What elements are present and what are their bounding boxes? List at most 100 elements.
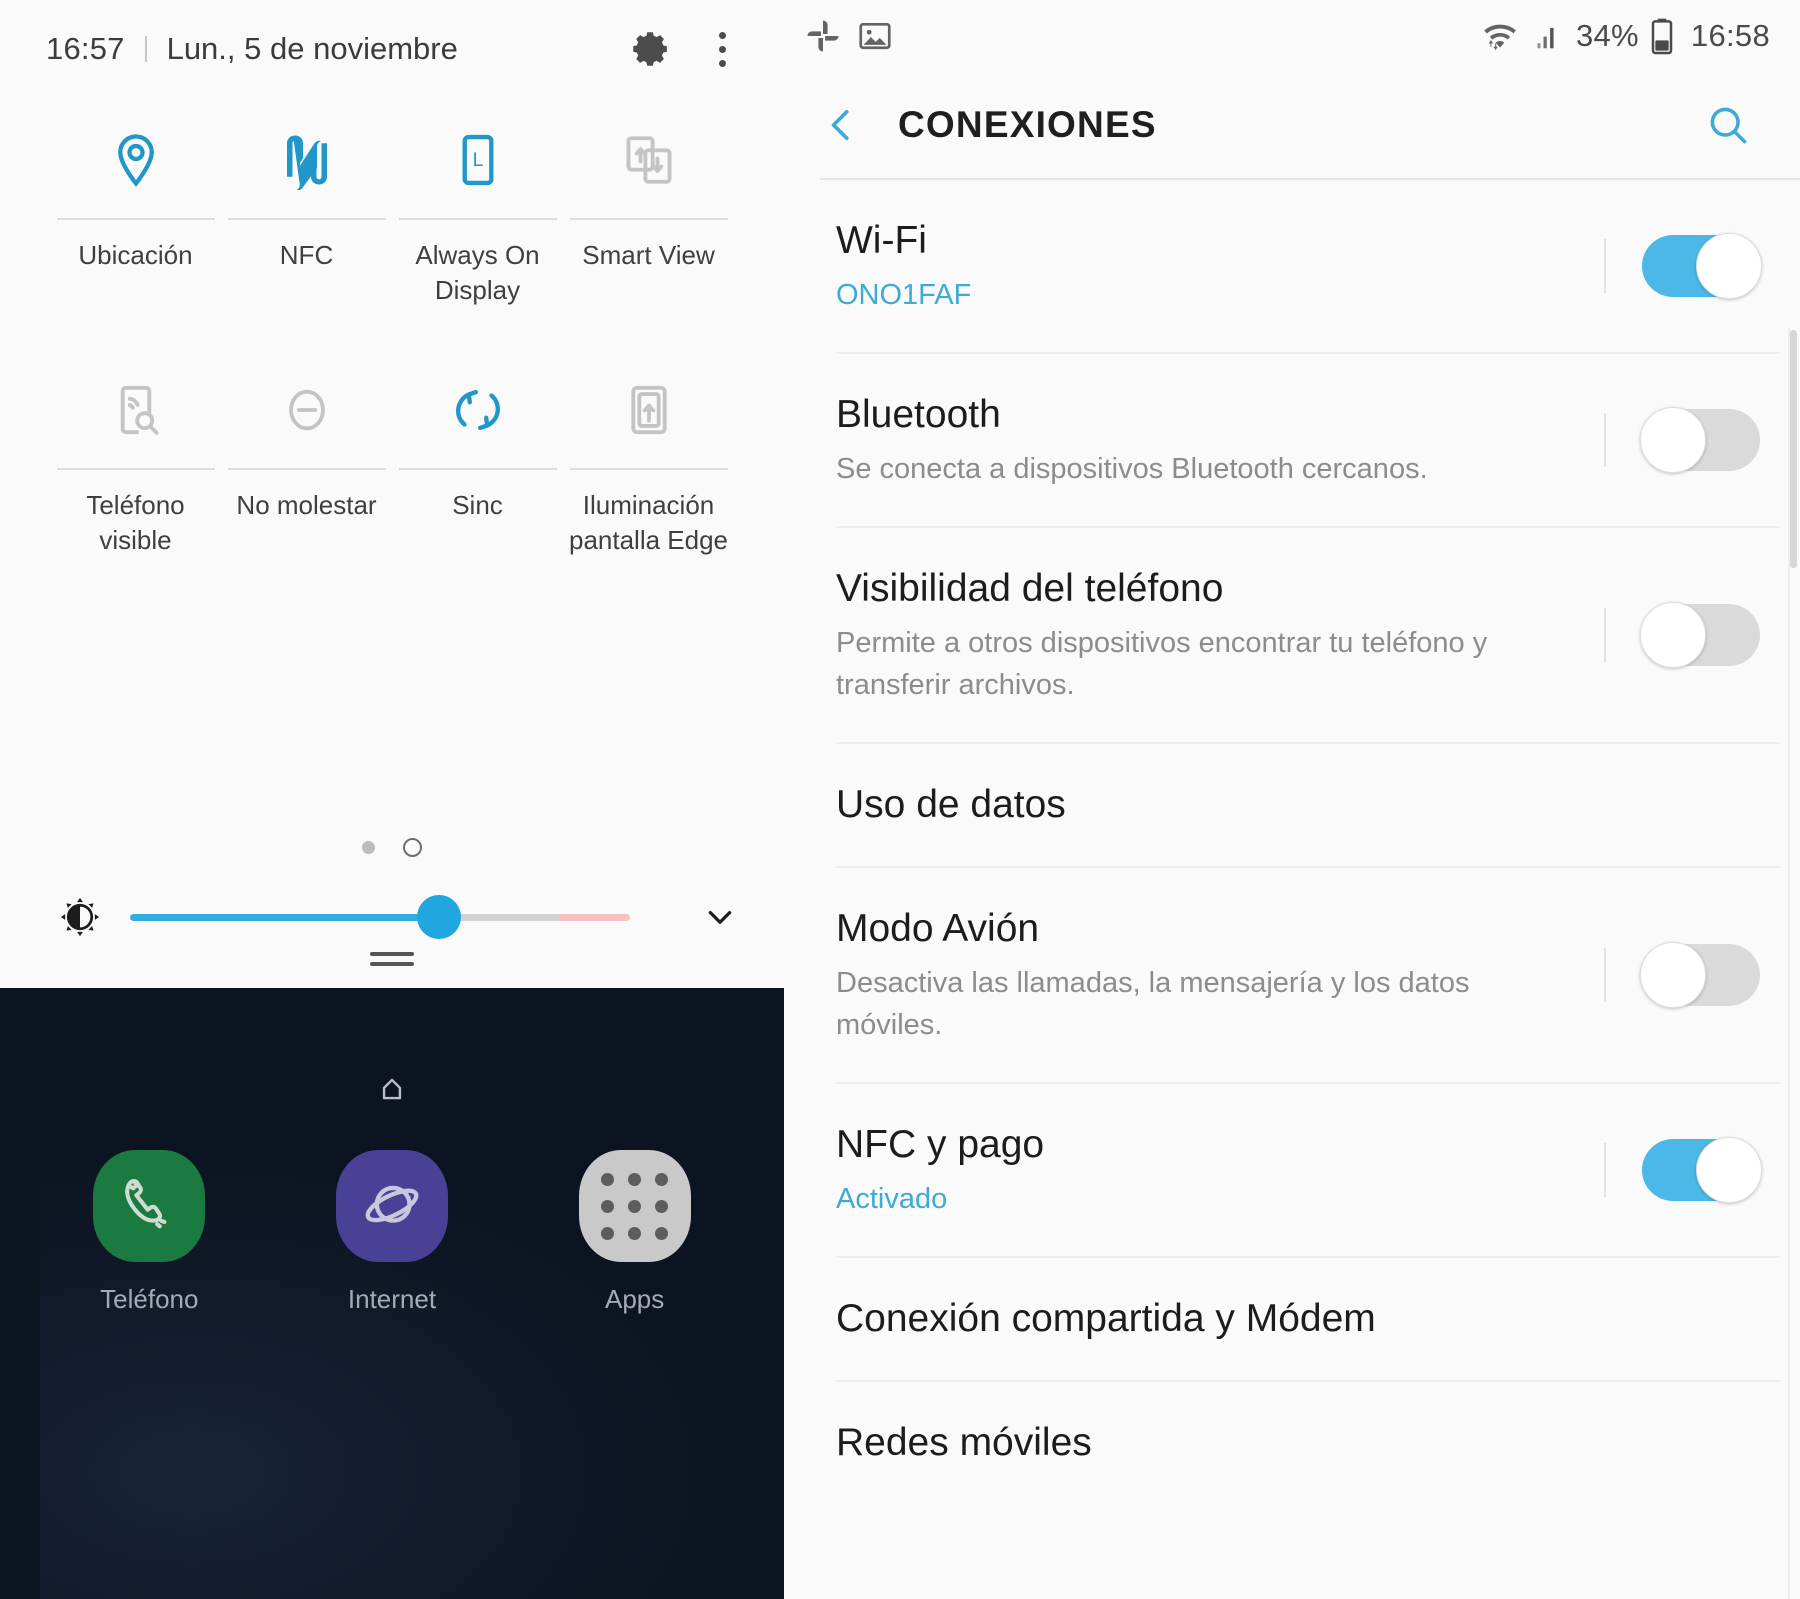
settings-row[interactable]: Conexión compartida y Módem <box>784 1258 1800 1380</box>
do-not-disturb-icon <box>221 364 392 456</box>
tile-label: Ubicación <box>78 240 193 270</box>
toggle-knob <box>1640 602 1706 668</box>
tile-label: Smart View <box>582 240 715 270</box>
quick-panel-page-indicator[interactable] <box>0 838 784 857</box>
svg-text:L: L <box>472 150 483 171</box>
tile-sinc[interactable]: Sinc <box>392 350 563 558</box>
settings-row-title: NFC y pago <box>836 1123 1045 1166</box>
apps-grid-icon <box>601 1172 669 1240</box>
app-label: Internet <box>347 1284 437 1314</box>
settings-row[interactable]: Visibilidad del teléfono Permite a otros … <box>784 528 1800 742</box>
dock-app-telefono[interactable]: Teléfono <box>49 1150 249 1315</box>
tile-label: NFC <box>279 240 334 270</box>
battery-icon <box>1651 18 1673 55</box>
tile-no-molestar[interactable]: No molestar <box>221 350 392 558</box>
google-photos-icon <box>807 20 839 52</box>
settings-row-text: Conexión compartida y Módem <box>836 1294 1760 1344</box>
more-options-button[interactable] <box>694 21 750 77</box>
header-divider <box>144 36 147 62</box>
right-phone-settings: 34% 16:58 CONEXIONES Wi-Fi ONO1FAF Bluet… <box>784 0 1800 1599</box>
toggle-separator <box>1604 608 1606 662</box>
settings-row[interactable]: NFC y pago Activado <box>784 1084 1800 1256</box>
app-label: Teléfono <box>100 1284 199 1314</box>
tile-iluminacion-pantalla-edge[interactable]: Iluminación pantalla Edge <box>563 350 734 558</box>
quick-panel-date: Lun., 5 de noviembre <box>166 31 458 66</box>
tile-label: Always On Display <box>415 240 540 305</box>
screenshot-image-icon <box>859 22 891 50</box>
home-page-indicator[interactable] <box>0 1072 784 1106</box>
toggle-cell <box>1604 233 1762 299</box>
cellular-signal-icon <box>1537 27 1554 49</box>
tile-label: Teléfono visible <box>86 490 185 555</box>
settings-row-title: Uso de datos <box>836 783 1066 826</box>
settings-row[interactable]: Bluetooth Se conecta a dispositivos Bluet… <box>784 354 1800 526</box>
tile-nfc[interactable]: NFC <box>221 100 392 308</box>
tile-rule <box>398 468 557 470</box>
left-phone-quick-settings: 16:57 Lun., 5 de noviembre Ubicación NFC… <box>0 0 784 1599</box>
panel-drag-handle[interactable] <box>0 952 784 966</box>
phone-visibility-icon <box>50 364 221 456</box>
brightness-slider[interactable] <box>130 895 630 939</box>
settings-row-subtitle: Desactiva las llamadas, la mensajería y … <box>836 967 1470 1041</box>
toggle-separator <box>1604 948 1606 1002</box>
toggle-switch[interactable] <box>1640 602 1760 668</box>
home-screen: Teléfono Internet Apps <box>0 988 784 1599</box>
phone-icon <box>125 1179 167 1229</box>
settings-row-text: Uso de datos <box>836 780 1760 830</box>
more-options-icon <box>718 31 726 39</box>
tile-rule <box>569 218 728 220</box>
edge-lighting-icon <box>563 364 734 456</box>
toggle-switch[interactable] <box>1640 942 1760 1008</box>
settings-row[interactable]: Redes móviles <box>784 1382 1800 1504</box>
dual-phone-screenshot: 16:57 Lun., 5 de noviembre Ubicación NFC… <box>0 0 1800 1599</box>
settings-row-text: Redes móviles <box>836 1418 1760 1468</box>
toggle-separator <box>1604 1143 1606 1197</box>
settings-row-title: Modo Avión <box>836 907 1040 950</box>
toggle-switch[interactable] <box>1640 407 1760 473</box>
settings-row-title: Bluetooth <box>836 393 1001 436</box>
search-button[interactable] <box>1692 89 1764 161</box>
toggle-knob <box>1640 407 1706 473</box>
settings-gear-button[interactable] <box>624 21 680 77</box>
brightness-slider-knob[interactable] <box>417 895 461 939</box>
settings-row-title: Wi-Fi <box>836 219 927 262</box>
tile-ubicacion[interactable]: Ubicación <box>50 100 221 308</box>
tile-always-on-display[interactable]: L Always On Display <box>392 100 563 308</box>
phone-app-icon-bg <box>93 1150 206 1262</box>
settings-row[interactable]: Uso de datos <box>784 744 1800 866</box>
settings-list-wrapper: Wi-Fi ONO1FAF Bluetooth Se conecta a dispos… <box>784 178 1800 1599</box>
settings-row-subtitle: Permite a otros dispositivos encontrar t… <box>836 627 1488 701</box>
dock-app-apps[interactable]: Apps <box>535 1150 735 1315</box>
back-button[interactable] <box>806 89 878 161</box>
dock-app-internet[interactable]: Internet <box>292 1150 492 1315</box>
quick-settings-panel: 16:57 Lun., 5 de noviembre Ubicación NFC… <box>0 0 784 988</box>
panel-edge-line <box>1788 328 1790 1599</box>
tile-rule <box>398 218 557 220</box>
settings-row-text: Bluetooth Se conecta a dispositivos Bluet… <box>836 390 1604 490</box>
brightness-slider-row <box>0 882 784 952</box>
tile-row-1: Ubicación NFC L Always On Display Smart … <box>0 100 784 308</box>
page-dot-active <box>362 841 375 854</box>
apps-icon-bg <box>578 1150 691 1262</box>
expand-brightness-button[interactable] <box>692 889 748 945</box>
settings-row[interactable]: Wi-Fi ONO1FAF <box>784 180 1800 352</box>
vertical-scrollbar[interactable] <box>1790 330 1797 568</box>
smart-view-icon <box>563 114 734 206</box>
battery-percent: 34% <box>1575 18 1639 53</box>
app-bar: CONEXIONES <box>784 72 1800 178</box>
app-dock: Teléfono Internet Apps <box>0 1150 784 1315</box>
tile-rule <box>227 218 386 220</box>
toggle-cell <box>1604 407 1760 473</box>
app-label: Apps <box>605 1284 665 1314</box>
settings-row-subtitle: Se conecta a dispositivos Bluetooth cerc… <box>836 453 1428 485</box>
tile-row-2: Teléfono visible No molestar Sinc Ilumin… <box>0 350 784 558</box>
toggle-switch[interactable] <box>1642 233 1762 299</box>
toggle-cell <box>1604 942 1760 1008</box>
toggle-switch[interactable] <box>1642 1137 1762 1203</box>
tile-smart-view[interactable]: Smart View <box>563 100 734 308</box>
settings-row[interactable]: Modo Avión Desactiva las llamadas, la men… <box>784 868 1800 1082</box>
settings-row-subtitle: Activado <box>836 1183 948 1215</box>
tile-telefono-visible[interactable]: Teléfono visible <box>50 350 221 558</box>
tile-rule <box>56 468 215 470</box>
status-bar-system: 34% 16:58 <box>1480 16 1770 56</box>
